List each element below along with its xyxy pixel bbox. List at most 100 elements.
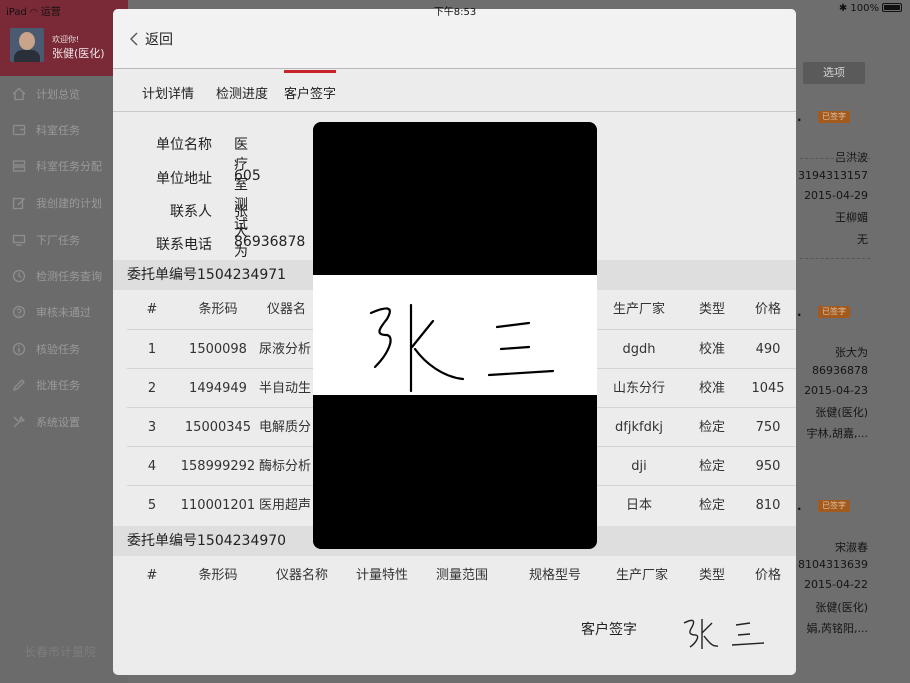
row-manufacturer: dgdh bbox=[622, 342, 656, 357]
row-index: 2 bbox=[147, 381, 157, 396]
row-price: 810 bbox=[755, 498, 781, 513]
column-header: 规格型号 bbox=[528, 568, 581, 583]
signature-label: 客户签字 bbox=[581, 622, 637, 638]
row-index: 4 bbox=[147, 459, 157, 474]
row-price: 750 bbox=[755, 420, 781, 435]
column-header: 类型 bbox=[698, 568, 725, 583]
row-manufacturer: dji bbox=[631, 459, 647, 474]
clock: 下午8:53 bbox=[433, 7, 477, 18]
tab-bar: 计划详情 检测进度 客户签字 bbox=[113, 70, 796, 112]
status-bar: iPad ◠ 运营 下午8:53 ✱ 100% bbox=[0, 0, 910, 18]
tab-plan-details[interactable]: 计划详情 bbox=[142, 83, 194, 102]
row-barcode: 1500098 bbox=[189, 342, 247, 357]
table-header: # 条形码 仪器名称 计量特性 测量范围 规格型号 生产厂家 类型 价格 bbox=[127, 556, 796, 595]
signed-badge: 已签字 bbox=[818, 306, 850, 318]
sidebar-item-label: 计划总览 bbox=[36, 88, 80, 101]
list-item: 2015-04-23 bbox=[804, 384, 868, 397]
sidebar-item-label: 审核未通过 bbox=[36, 306, 91, 319]
row-barcode: 158999292 bbox=[180, 459, 256, 474]
back-button[interactable]: 返回 bbox=[129, 29, 173, 49]
sidebar-item-my-plans[interactable]: 我创建的计划 bbox=[12, 193, 128, 213]
sidebar-item-label: 我创建的计划 bbox=[36, 197, 102, 210]
row-type: 校准 bbox=[698, 342, 725, 357]
column-header: 价格 bbox=[754, 568, 781, 583]
column-header: # bbox=[146, 568, 158, 583]
column-header: 生产厂家 bbox=[612, 302, 665, 317]
sidebar-item-factory-tasks[interactable]: 下厂任务 bbox=[12, 230, 128, 250]
options-button[interactable]: 选项 bbox=[803, 62, 865, 84]
sidebar-item-plan-overview[interactable]: 计划总览 bbox=[12, 84, 128, 104]
signature-pad-popup[interactable] bbox=[313, 122, 597, 549]
organization-footer: 长春市计量院 bbox=[24, 645, 97, 659]
bluetooth-icon: ✱ bbox=[838, 3, 848, 14]
signature-canvas[interactable] bbox=[313, 275, 597, 395]
sidebar-item-dept-assign[interactable]: 科室任务分配 bbox=[12, 156, 128, 176]
row-barcode: 1494949 bbox=[189, 381, 247, 396]
sidebar-item-label: 核验任务 bbox=[36, 343, 80, 356]
sidebar-item-settings[interactable]: 系统设置 bbox=[12, 412, 128, 432]
info-label: 联系人 bbox=[170, 204, 212, 220]
signature-thumbnail[interactable] bbox=[678, 609, 773, 657]
row-price: 1045 bbox=[751, 381, 785, 396]
back-label: 返回 bbox=[145, 32, 173, 48]
tools-icon bbox=[12, 415, 26, 429]
avatar[interactable] bbox=[10, 28, 44, 62]
sidebar-item-label: 科室任务 bbox=[36, 124, 80, 137]
row-index: 3 bbox=[147, 420, 157, 435]
sidebar-item-approve-tasks[interactable]: 批准任务 bbox=[12, 375, 128, 395]
info-value: 605 bbox=[234, 168, 261, 184]
list-item: 吕洪波 bbox=[835, 151, 868, 164]
list-item: 宋淑春 bbox=[835, 541, 868, 554]
list-item: 86936878 bbox=[812, 364, 868, 377]
tray-icon bbox=[12, 159, 26, 173]
edit-icon bbox=[12, 196, 26, 210]
row-index: 5 bbox=[147, 498, 157, 513]
sidebar-item-verify-tasks[interactable]: 核验任务 bbox=[12, 339, 128, 359]
clock-icon bbox=[12, 269, 26, 283]
truck-icon bbox=[12, 233, 26, 247]
row-type: 检定 bbox=[698, 459, 725, 474]
column-header: 条形码 bbox=[198, 302, 238, 317]
signed-badge: 已签字 bbox=[818, 111, 850, 123]
info-label: 单位名称 bbox=[156, 137, 212, 153]
wallet-icon bbox=[12, 123, 26, 137]
row-type: 校准 bbox=[698, 381, 725, 396]
list-item: 2015-04-22 bbox=[804, 578, 868, 591]
sidebar-item-review-failed[interactable]: 审核未通过 bbox=[12, 302, 128, 322]
column-header: 仪器名称 bbox=[275, 568, 328, 583]
row-type: 检定 bbox=[698, 498, 725, 513]
row-manufacturer: 山东分行 bbox=[612, 381, 665, 396]
row-price: 950 bbox=[755, 459, 781, 474]
list-item: 宇林,胡嘉,... bbox=[806, 427, 868, 440]
help-icon bbox=[12, 305, 26, 319]
modal-header: 返回 bbox=[113, 9, 796, 69]
handwritten-signature bbox=[369, 303, 555, 393]
list-item: 张健(医化) bbox=[815, 601, 868, 614]
tab-customer-signature[interactable]: 客户签字 bbox=[284, 83, 336, 102]
row-manufacturer: 日本 bbox=[625, 498, 652, 513]
sidebar-item-task-query[interactable]: 检测任务查询 bbox=[12, 266, 128, 286]
list-item: 8104313639 bbox=[798, 558, 868, 571]
info-icon bbox=[12, 342, 26, 356]
welcome-text: 欢迎你! bbox=[52, 35, 80, 44]
sidebar-item-label: 系统设置 bbox=[36, 416, 80, 429]
sidebar-item-dept-tasks[interactable]: 科室任务 bbox=[12, 120, 128, 140]
home-icon bbox=[12, 87, 26, 101]
column-header: 生产厂家 bbox=[615, 568, 668, 583]
list-item: 王柳媚 bbox=[835, 211, 868, 224]
row-price: 490 bbox=[755, 342, 781, 357]
user-name: 张健(医化) bbox=[52, 47, 105, 60]
sidebar-item-label: 下厂任务 bbox=[36, 234, 80, 247]
sidebar-item-label: 科室任务分配 bbox=[36, 160, 102, 173]
list-item: 娟,芮铭阳,... bbox=[806, 622, 868, 635]
column-header: 计量特性 bbox=[355, 568, 408, 583]
column-header: 价格 bbox=[754, 302, 781, 317]
tab-test-progress[interactable]: 检测进度 bbox=[216, 83, 268, 102]
row-barcode: 110001201 bbox=[180, 498, 256, 513]
row-type: 检定 bbox=[698, 420, 725, 435]
pencil-icon bbox=[12, 378, 26, 392]
sidebar-item-label: 检测任务查询 bbox=[36, 270, 102, 283]
list-item: 张大为 bbox=[835, 346, 868, 359]
info-value: 张大为 bbox=[234, 204, 248, 260]
row-barcode: 15000345 bbox=[184, 420, 252, 435]
